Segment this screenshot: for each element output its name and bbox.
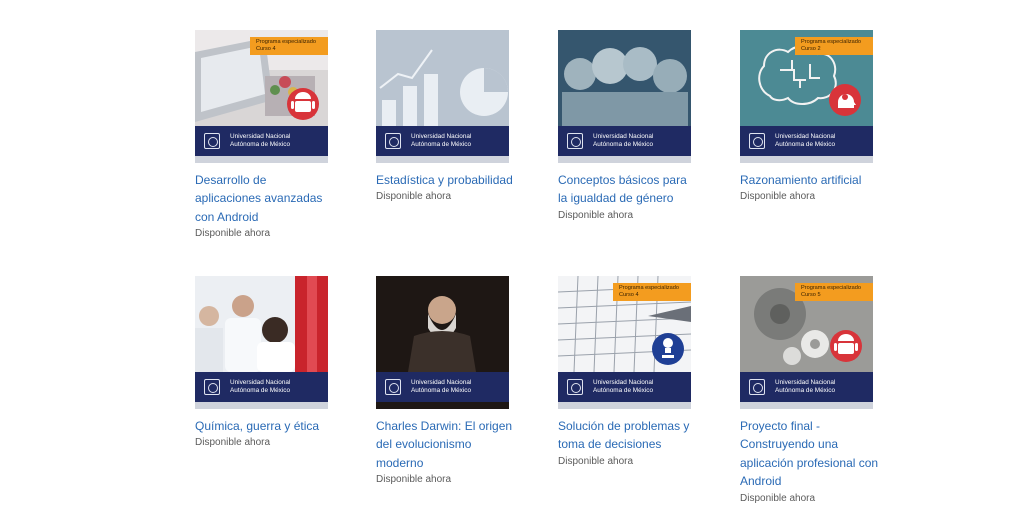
charles-darwin-portrait — [376, 276, 509, 372]
university-name-line2: Autónoma de México — [775, 141, 836, 148]
unam-seal-icon — [204, 133, 220, 149]
course-title-link[interactable]: Razonamiento artificial — [740, 171, 880, 189]
university-name-line2: Autónoma de México — [411, 387, 472, 394]
unam-seal-icon — [385, 379, 401, 395]
tag-program-label: Programa especializado — [256, 39, 317, 45]
course-thumbnail[interactable]: Universidad Nacional Autónoma de México — [376, 30, 509, 163]
unam-banner: Universidad Nacional Autónoma de México — [740, 372, 873, 402]
course-card[interactable]: Universidad Nacional Autónoma de México … — [558, 30, 698, 224]
thumbnail-footer — [376, 402, 509, 409]
availability-status: Disponible ahora — [740, 191, 816, 203]
course-thumbnail[interactable]: Programa especializado Curso 4 Universid… — [195, 30, 328, 163]
unam-seal-icon — [749, 133, 765, 149]
university-name-line2: Autónoma de México — [230, 141, 291, 148]
program-tag: Programa especializado Curso 2 — [795, 37, 873, 55]
tag-program-label: Programa especializado — [619, 285, 680, 291]
university-name-line1: Universidad Nacional — [411, 379, 472, 386]
availability-status: Disponible ahora — [195, 437, 271, 449]
availability-status: Disponible ahora — [195, 228, 271, 240]
course-grid: Programa especializado Curso 4 Universid… — [0, 0, 1024, 509]
course-title-link[interactable]: Charles Darwin: El origen del evolucioni… — [376, 417, 516, 472]
unam-seal-icon — [749, 379, 765, 395]
university-name-line1: Universidad Nacional — [230, 379, 291, 386]
course-thumbnail[interactable]: Programa especializado Curso 5 Universid… — [740, 276, 873, 409]
course-title-link[interactable]: Desarrollo de aplicaciones avanzadas con… — [195, 171, 335, 226]
tag-program-label: Programa especializado — [801, 39, 862, 45]
unam-banner: Universidad Nacional Autónoma de México — [195, 372, 328, 402]
course-title-link[interactable]: Conceptos básicos para la igualdad de gé… — [558, 171, 698, 208]
university-name-line1: Universidad Nacional — [593, 379, 654, 386]
university-name-line2: Autónoma de México — [593, 387, 654, 394]
unam-seal-icon — [567, 133, 583, 149]
tag-program-label: Programa especializado — [801, 285, 862, 291]
tag-course-number: Curso 5 — [801, 292, 821, 298]
university-name-line1: Universidad Nacional — [411, 133, 472, 140]
course-card[interactable]: Programa especializado Curso 4 Universid… — [558, 276, 698, 470]
thumbnail-footer — [376, 156, 509, 163]
course-thumbnail[interactable]: Programa especializado Curso 2 Universid… — [740, 30, 873, 163]
course-title-link[interactable]: Solución de problemas y toma de decision… — [558, 417, 698, 454]
course-card[interactable]: Universidad Nacional Autónoma de México … — [195, 276, 335, 451]
thumbnail-footer — [558, 156, 691, 163]
course-card[interactable]: Programa especializado Curso 2 Universid… — [740, 30, 880, 205]
program-tag: Programa especializado Curso 5 — [795, 283, 873, 301]
unam-banner: Universidad Nacional Autónoma de México — [740, 126, 873, 156]
course-title-link[interactable]: Proyecto final - Construyendo una aplica… — [740, 417, 880, 491]
availability-status: Disponible ahora — [558, 209, 634, 221]
university-name-line1: Universidad Nacional — [593, 133, 654, 140]
course-title-link[interactable]: Estadística y probabilidad — [376, 171, 516, 189]
tag-course-number: Curso 2 — [801, 46, 821, 52]
unam-banner: Universidad Nacional Autónoma de México — [558, 372, 691, 402]
university-name-line2: Autónoma de México — [593, 141, 654, 148]
unam-seal-icon — [385, 133, 401, 149]
course-card[interactable]: Programa especializado Curso 5 Universid… — [740, 276, 880, 507]
unam-banner: Universidad Nacional Autónoma de México — [558, 126, 691, 156]
course-thumbnail[interactable]: Universidad Nacional Autónoma de México — [558, 30, 691, 163]
unam-banner: Universidad Nacional Autónoma de México — [376, 126, 509, 156]
availability-status: Disponible ahora — [558, 455, 634, 467]
course-card[interactable]: Universidad Nacional Autónoma de México … — [376, 30, 516, 205]
university-name-line2: Autónoma de México — [411, 141, 472, 148]
thumbnail-footer — [558, 402, 691, 409]
university-name-line2: Autónoma de México — [230, 387, 291, 394]
thumbnail-footer — [740, 156, 873, 163]
tag-course-number: Curso 4 — [619, 292, 639, 298]
course-title-link[interactable]: Química, guerra y ética — [195, 417, 335, 435]
program-tag: Programa especializado Curso 4 — [613, 283, 691, 301]
university-name-line1: Universidad Nacional — [775, 379, 836, 386]
availability-status: Disponible ahora — [376, 191, 452, 203]
program-tag: Programa especializado Curso 4 — [250, 37, 328, 55]
unam-seal-icon — [567, 379, 583, 395]
course-card[interactable]: Programa especializado Curso 4 Universid… — [195, 30, 335, 242]
unam-banner: Universidad Nacional Autónoma de México — [376, 372, 509, 402]
statistics-chart-image — [376, 30, 509, 126]
unam-seal-icon — [204, 379, 220, 395]
tag-course-number: Curso 4 — [256, 46, 276, 52]
availability-status: Disponible ahora — [376, 474, 452, 486]
thumbnail-footer — [195, 156, 328, 163]
scientists-lab-image — [195, 276, 328, 372]
course-thumbnail[interactable]: Programa especializado Curso 4 Universid… — [558, 276, 691, 409]
unam-banner: Universidad Nacional Autónoma de México — [195, 126, 328, 156]
thumbnail-footer — [740, 402, 873, 409]
university-name-line2: Autónoma de México — [775, 387, 836, 394]
course-card[interactable]: Universidad Nacional Autónoma de México … — [376, 276, 516, 488]
course-thumbnail[interactable]: Universidad Nacional Autónoma de México — [195, 276, 328, 409]
university-name-line1: Universidad Nacional — [775, 133, 836, 140]
availability-status: Disponible ahora — [740, 492, 816, 504]
university-name-line1: Universidad Nacional — [230, 133, 291, 140]
thumbnail-footer — [195, 402, 328, 409]
group-of-students-image — [558, 30, 691, 126]
course-thumbnail[interactable]: Universidad Nacional Autónoma de México — [376, 276, 509, 409]
